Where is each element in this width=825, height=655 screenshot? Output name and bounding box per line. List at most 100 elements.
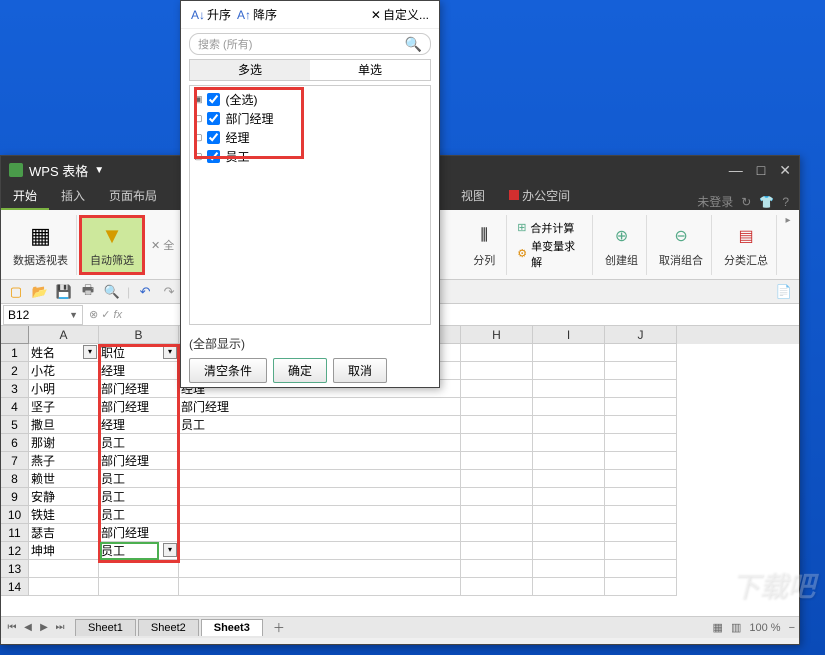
cell-A8[interactable]: 赖世 [29,470,99,488]
view-normal-icon[interactable]: ▦ [713,621,723,634]
cell-A3[interactable]: 小明 [29,380,99,398]
filter-tab-multi[interactable]: 多选 [190,60,310,80]
cell-A2[interactable]: 小花 [29,362,99,380]
cell-A11[interactable]: 瑟吉 [29,524,99,542]
cell-B12[interactable]: 员工▾ [99,542,179,560]
ribbon-overflow[interactable]: ▸ [781,215,795,275]
sheet-icon[interactable]: 📄 [775,283,793,301]
cell-A9[interactable]: 安静 [29,488,99,506]
filter-dropdown-icon[interactable]: ▾ [83,345,97,359]
filter-checkbox-item[interactable]: ▣(全选) [194,90,426,109]
minimize-icon[interactable]: — [729,162,743,179]
cell-A6[interactable]: 那谢 [29,434,99,452]
name-box[interactable]: B12▼ [3,305,83,325]
cell-B10[interactable]: 员工 [99,506,179,524]
cancel-button[interactable]: 取消 [333,358,387,383]
cell-B4[interactable]: 部门经理 [99,398,179,416]
ribbon-subtotal[interactable]: ▤ 分类汇总 [716,215,777,275]
zoom-out-icon[interactable]: − [789,622,795,634]
ribbon-group[interactable]: ⊕ 创建组 [597,215,647,275]
row-header[interactable]: 8 [1,470,29,488]
preview-icon[interactable]: 🔍 [103,283,121,301]
row-header[interactable]: 4 [1,398,29,416]
filter-dropdown-icon[interactable]: ▾ [163,543,177,557]
sheet-nav-prev-icon[interactable]: ◀ [21,622,35,633]
row-header[interactable]: 6 [1,434,29,452]
col-header-A[interactable]: A [29,326,99,344]
cell-B7[interactable]: 部门经理 [99,452,179,470]
cell-B11[interactable]: 部门经理 [99,524,179,542]
cell-A1[interactable]: 姓名▾ [29,344,99,362]
sheet-add-icon[interactable]: ＋ [265,617,293,638]
app-menu-dropdown-icon[interactable]: ▼ [94,165,104,176]
sheet-tab-2[interactable]: Sheet2 [138,619,199,636]
help-icon[interactable]: ? [782,195,789,209]
tab-insert[interactable]: 插入 [49,183,97,210]
cell-A7[interactable]: 燕子 [29,452,99,470]
col-header-H[interactable]: H [461,326,533,344]
ok-button[interactable]: 确定 [273,358,327,383]
row-header[interactable]: 14 [1,578,29,596]
tab-office-space[interactable]: 办公空间 [497,183,582,210]
ribbon-solver[interactable]: ⚙单变量求解 [517,238,586,270]
close-icon[interactable]: ✕ [779,162,791,179]
filter-checkbox-item[interactable]: ▢部门经理 [194,109,426,128]
filter-checkbox-item[interactable]: ▢经理 [194,128,426,147]
cell-B6[interactable]: 员工 [99,434,179,452]
sheet-tab-1[interactable]: Sheet1 [75,619,136,636]
shirt-icon[interactable]: 👕 [759,195,774,209]
cell-A12[interactable]: 坤坤 [29,542,99,560]
undo-icon[interactable]: ↶ [136,283,154,301]
row-header[interactable]: 13 [1,560,29,578]
cell-B5[interactable]: 经理 [99,416,179,434]
filter-dropdown-icon[interactable]: ▾ [163,345,177,359]
row-header[interactable]: 3 [1,380,29,398]
clear-filter-button[interactable]: 清空条件 [189,358,267,383]
checkbox[interactable] [207,150,220,163]
cell-B8[interactable]: 员工 [99,470,179,488]
col-header-J[interactable]: J [605,326,677,344]
ribbon-ungroup[interactable]: ⊖ 取消组合 [651,215,712,275]
tab-start[interactable]: 开始 [1,183,49,210]
row-header[interactable]: 1 [1,344,29,362]
open-icon[interactable]: 📂 [31,283,49,301]
row-header[interactable]: 12 [1,542,29,560]
filter-checkbox-item[interactable]: ▢员工 [194,147,426,166]
filter-tab-single[interactable]: 单选 [310,60,430,80]
sort-desc-button[interactable]: A↑降序 [237,6,277,23]
col-header-B[interactable]: B [99,326,179,344]
ribbon-filter-extras[interactable]: ✕ 全 [147,215,178,275]
sheet-nav-first-icon[interactable]: ⏮ [5,622,19,633]
tab-view[interactable]: 视图 [449,183,497,210]
cell-B9[interactable]: 员工 [99,488,179,506]
cell-A10[interactable]: 铁娃 [29,506,99,524]
new-icon[interactable]: ▢ [7,283,25,301]
save-icon[interactable]: 💾 [55,283,73,301]
ribbon-pivot[interactable]: ▦ 数据透视表 [5,215,77,275]
print-icon[interactable]: 🖶 [79,283,97,301]
filter-search-input[interactable]: 搜索 (所有) 🔍 [189,33,431,55]
zoom-level[interactable]: 100 % [749,622,780,634]
maximize-icon[interactable]: □ [757,162,765,179]
tab-page-layout[interactable]: 页面布局 [97,183,169,210]
row-header[interactable]: 9 [1,488,29,506]
sheet-tab-3[interactable]: Sheet3 [201,619,263,636]
select-all-corner[interactable] [1,326,29,344]
checkbox[interactable] [207,93,220,106]
login-status[interactable]: 未登录 [697,193,733,210]
row-header[interactable]: 11 [1,524,29,542]
cell-A4[interactable]: 坚子 [29,398,99,416]
sync-icon[interactable]: ↻ [741,195,751,209]
ribbon-autofilter[interactable]: ▼ 自动筛选 [79,215,145,275]
view-page-icon[interactable]: ▥ [731,621,741,634]
cell-B1[interactable]: 职位▾ [99,344,179,362]
cell-A5[interactable]: 撒旦 [29,416,99,434]
row-header[interactable]: 7 [1,452,29,470]
sheet-nav-next-icon[interactable]: ▶ [37,622,51,633]
row-header[interactable]: 10 [1,506,29,524]
sheet-nav-last-icon[interactable]: ⏭ [53,622,67,633]
cell-B2[interactable]: 经理 [99,362,179,380]
checkbox[interactable] [207,112,220,125]
checkbox[interactable] [207,131,220,144]
row-header[interactable]: 5 [1,416,29,434]
